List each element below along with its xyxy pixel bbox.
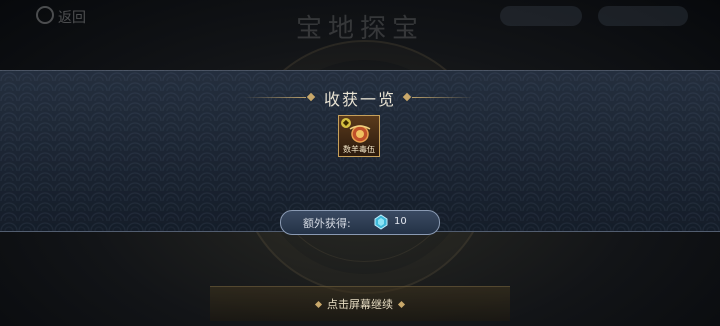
blue-gem-icon xyxy=(374,214,388,230)
extra-reward-label: 额外获得: xyxy=(303,217,351,230)
title-decoration-left xyxy=(244,97,306,98)
reward-item-slot[interactable]: ◆ 数羊毒伍 xyxy=(338,115,380,157)
hint-diamond-right xyxy=(397,300,406,309)
extra-reward-count: 10 xyxy=(394,216,407,227)
extra-reward-box: 额外获得: 10 xyxy=(280,210,440,235)
resource-counter-2 xyxy=(598,6,688,26)
title-decoration-right xyxy=(412,97,474,98)
resource-counter xyxy=(500,6,582,26)
continue-hint[interactable]: 点击屏幕继续 xyxy=(0,293,720,312)
back-button[interactable]: 返回 xyxy=(36,6,136,26)
reward-title: 收获一览 xyxy=(323,90,396,109)
hint-diamond-left xyxy=(314,300,323,309)
background-title: 宝地探宝 xyxy=(296,14,425,44)
back-icon xyxy=(36,6,54,24)
dragon-orb-icon xyxy=(349,125,371,143)
reward-item-name: 数羊毒伍 xyxy=(343,145,375,154)
continue-hint-text: 点击屏幕继续 xyxy=(327,298,393,311)
back-label: 返回 xyxy=(58,10,86,26)
